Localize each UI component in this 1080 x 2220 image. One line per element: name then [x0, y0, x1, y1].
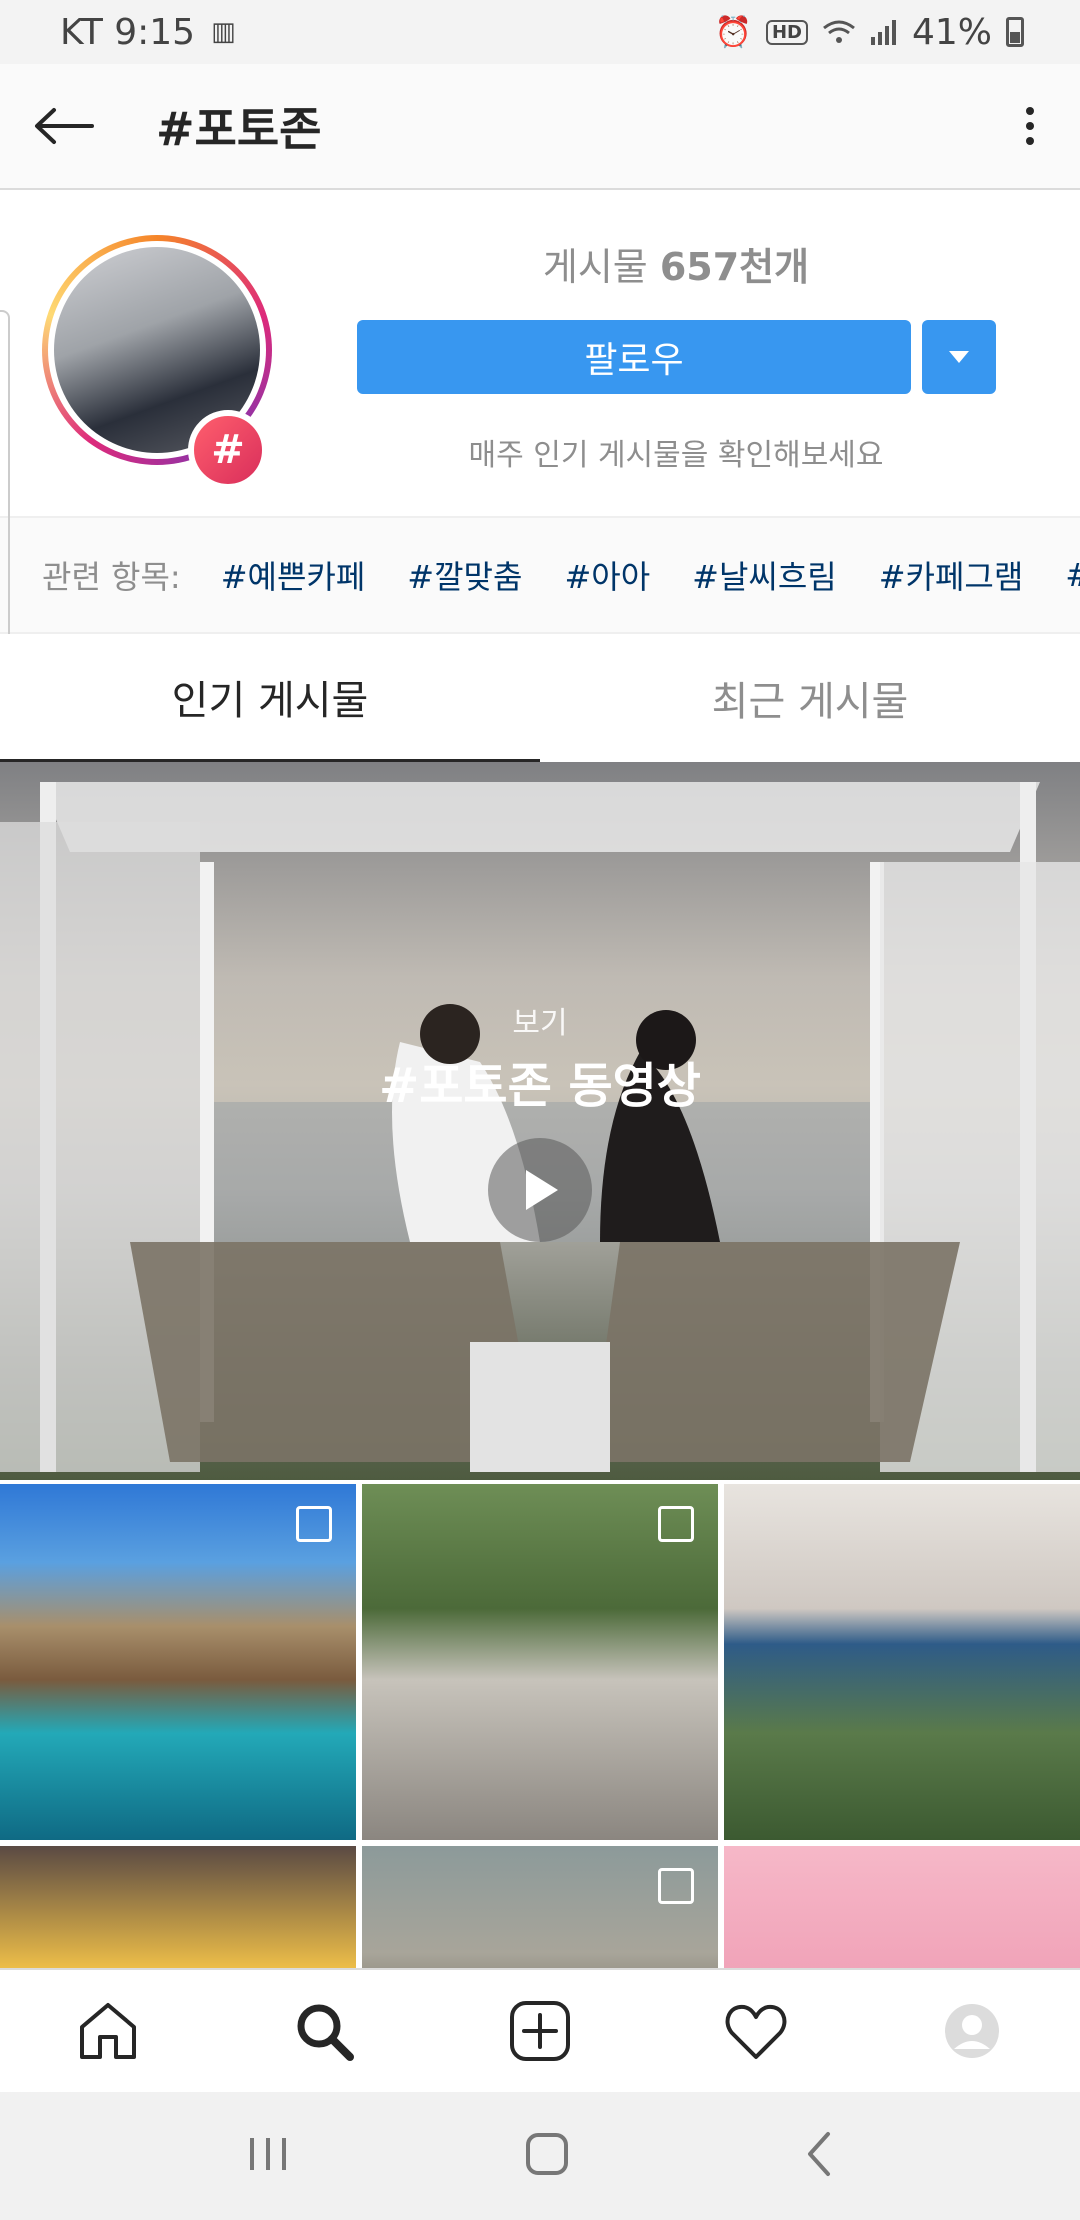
system-home-button[interactable]: [523, 2130, 571, 2182]
related-tag[interactable]: #카페그램: [879, 552, 1024, 598]
weekly-note: 매주 인기 게시물을 확인해보세요: [468, 438, 884, 473]
more-vertical-icon: [1026, 107, 1034, 145]
wifi-icon: [823, 20, 855, 43]
status-bar: KT 9:15 ▥ ⏰ HD 41%: [0, 0, 1080, 64]
related-tags-bar[interactable]: 관련 항목: #예쁜카페 #깔맞춤 #아아 #날씨흐림 #카페그램 #: [0, 516, 1080, 634]
carrier-time: KT 9:15: [60, 11, 196, 53]
system-back-icon: [807, 2132, 830, 2176]
profile-icon: [945, 2004, 999, 2058]
hd-badge: HD: [765, 19, 808, 45]
play-button[interactable]: [488, 1138, 592, 1242]
featured-video[interactable]: 보기 #포토존 동영상: [0, 762, 1080, 1480]
post-tile[interactable]: [0, 1846, 356, 1968]
nav-home-button[interactable]: [48, 1971, 168, 2091]
post-tile[interactable]: [362, 1484, 718, 1840]
multi-photo-icon: [296, 1506, 332, 1542]
recent-apps-icon: [250, 2138, 287, 2170]
video-title: #포토존 동영상: [379, 1058, 701, 1114]
video-caption: 보기 #포토존 동영상: [0, 998, 1080, 1116]
system-home-icon: [525, 2133, 568, 2175]
tab-recent-posts[interactable]: 최근 게시물: [540, 634, 1080, 762]
alarm-icon: ⏰: [714, 14, 752, 50]
system-back-button[interactable]: [804, 2130, 834, 2182]
post-count-value: 657천개: [659, 245, 810, 289]
post-tile[interactable]: [362, 1846, 718, 1968]
related-tag[interactable]: #날씨흐림: [692, 552, 837, 598]
app-header: #포토존: [0, 64, 1080, 190]
related-tag[interactable]: #깔맞춤: [407, 552, 522, 598]
multi-photo-icon: [658, 1506, 694, 1542]
recent-apps-button[interactable]: [246, 2134, 290, 2178]
video-thumbnail: [0, 782, 1080, 1472]
page-title: #포토존: [156, 102, 322, 156]
back-arrow-icon: [35, 108, 94, 144]
signal-icon: [870, 20, 896, 45]
follow-button[interactable]: 팔로우: [357, 320, 911, 394]
related-label: 관련 항목:: [42, 558, 181, 596]
hashtag-badge-icon: #: [188, 410, 268, 490]
chart-notification-icon: ▥: [211, 17, 236, 47]
post-tabs: 인기 게시물 최근 게시물: [0, 634, 1080, 762]
nav-search-button[interactable]: [264, 1971, 384, 2091]
post-count-label: 게시물: [542, 245, 660, 289]
nav-activity-button[interactable]: [696, 1971, 816, 2091]
back-button[interactable]: [0, 63, 126, 189]
more-options-button[interactable]: [980, 63, 1080, 189]
caret-down-icon: [949, 351, 969, 363]
home-icon: [80, 2003, 136, 2059]
nav-profile-button[interactable]: [912, 1971, 1032, 2091]
search-icon: [297, 2004, 354, 2061]
tab-top-posts[interactable]: 인기 게시물: [0, 634, 540, 762]
heart-icon: [725, 2004, 787, 2059]
hashtag-profile: # 게시물 657천개 팔로우 매주 인기 게시물을 확인해보세요: [0, 190, 1080, 516]
related-tag[interactable]: #아아: [564, 552, 650, 598]
post-count: 게시물 657천개: [358, 236, 994, 291]
post-tile[interactable]: [724, 1484, 1080, 1840]
add-post-icon: [510, 2001, 570, 2061]
multi-photo-icon: [658, 1868, 694, 1904]
system-nav-bar: [0, 2092, 1080, 2220]
bottom-nav: [0, 1968, 1080, 2092]
nav-add-button[interactable]: [480, 1971, 600, 2091]
post-tile[interactable]: [724, 1846, 1080, 1968]
play-icon: [526, 1170, 558, 1210]
related-tag[interactable]: #: [1065, 556, 1080, 594]
video-subtitle: 보기: [512, 1006, 568, 1041]
battery-percent: 41%: [911, 11, 992, 53]
post-grid: [0, 1484, 1080, 1968]
post-tile[interactable]: [0, 1484, 356, 1840]
battery-icon: [1006, 17, 1024, 47]
follow-dropdown-button[interactable]: [922, 320, 996, 394]
related-tag[interactable]: #예쁜카페: [221, 552, 366, 598]
